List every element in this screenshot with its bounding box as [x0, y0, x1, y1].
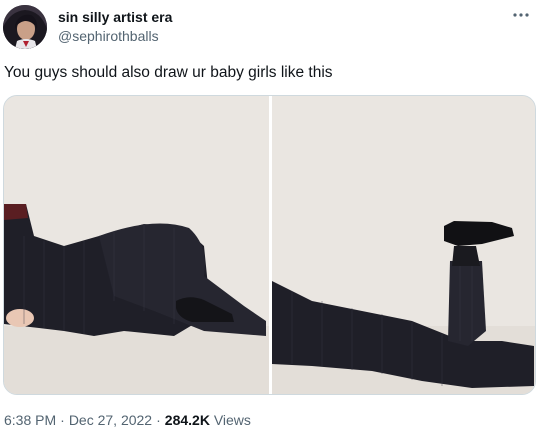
avatar-image	[3, 5, 47, 49]
tweet-time[interactable]: 6:38 PM	[4, 412, 56, 428]
photo-right-image	[272, 96, 535, 394]
user-handle[interactable]: @sephirothballs	[58, 27, 159, 45]
tweet-date[interactable]: Dec 27, 2022	[69, 412, 152, 428]
tweet-header: sin silly artist era @sephirothballs	[0, 0, 540, 60]
photo-2[interactable]	[272, 96, 535, 394]
photo-left-image	[4, 96, 269, 394]
separator: ·	[60, 412, 65, 428]
separator: ·	[156, 412, 161, 428]
photo-1[interactable]	[4, 96, 269, 394]
media-grid	[3, 95, 536, 395]
display-name[interactable]: sin silly artist era	[58, 8, 172, 26]
avatar[interactable]	[3, 5, 47, 49]
tweet-text: You guys should also draw ur baby girls …	[4, 64, 333, 81]
tweet-footer: 6:38 PM · Dec 27, 2022 · 284.2K Views	[4, 411, 251, 429]
views-label: Views	[213, 412, 251, 428]
views-count: 284.2K	[164, 412, 210, 428]
more-options-button[interactable]	[510, 6, 532, 24]
more-horizontal-icon	[513, 13, 529, 17]
